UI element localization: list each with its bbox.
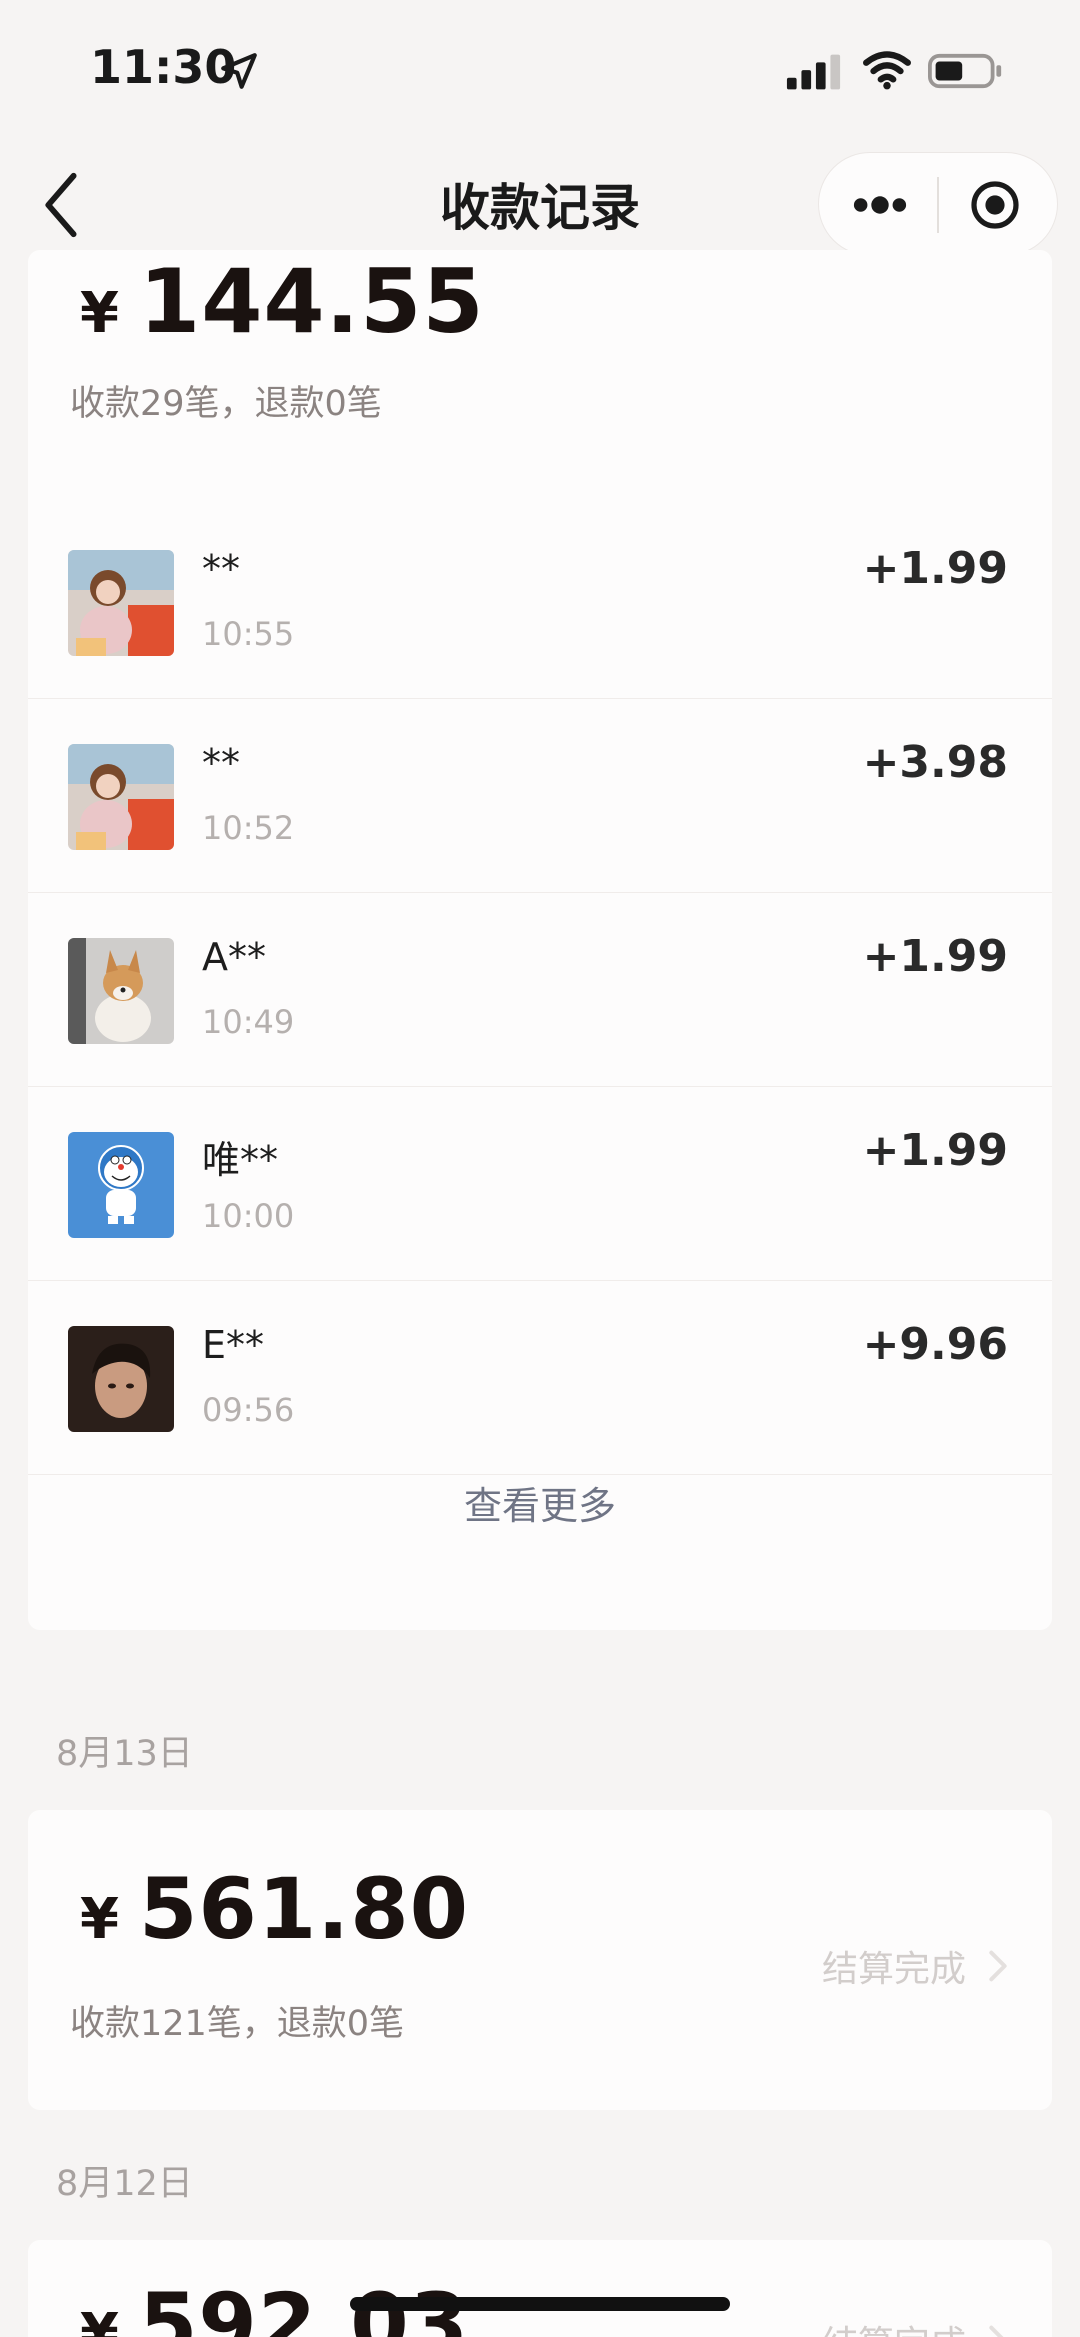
payment-amount: +1.99 xyxy=(862,931,1008,982)
home-indicator xyxy=(350,2297,730,2311)
transaction-row[interactable]: ** 10:55 +1.99 xyxy=(28,505,1052,699)
chevron-right-icon xyxy=(989,1950,1007,1982)
avatar xyxy=(68,550,174,656)
avatar xyxy=(68,1326,174,1432)
transaction-row[interactable]: A** 10:49 +1.99 xyxy=(28,893,1052,1087)
today-amount: 144.55 xyxy=(138,250,485,353)
girl-photo-icon xyxy=(68,744,174,850)
date-header: 8月12日 xyxy=(56,2164,193,2204)
transaction-row[interactable]: ** 10:52 +3.98 xyxy=(28,699,1052,893)
transaction-row[interactable]: E** 09:56 +9.96 xyxy=(28,1281,1052,1475)
today-summary-card: ¥ 144.55 收款29笔，退款0笔 ** 10:55 +1.99 ** 10… xyxy=(28,250,1052,1630)
location-arrow-icon xyxy=(221,53,257,89)
currency-symbol: ¥ xyxy=(80,2302,119,2337)
payment-time: 10:52 xyxy=(202,809,295,847)
status-time: 11:30 xyxy=(90,40,237,94)
today-total: ¥ 144.55 xyxy=(80,250,485,353)
day-summary-card[interactable]: ¥ 592.03 结算完成 xyxy=(28,2240,1052,2337)
battery-icon xyxy=(928,53,1002,89)
payment-amount: +3.98 xyxy=(862,737,1008,788)
wifi-icon xyxy=(863,51,911,90)
avatar xyxy=(68,938,174,1044)
settlement-label: 结算完成 xyxy=(821,1949,966,1990)
settlement-status: 结算完成 xyxy=(822,2315,1008,2337)
payer-name: A** xyxy=(202,935,266,979)
transaction-row[interactable]: 唯** 10:00 +1.99 xyxy=(28,1087,1052,1281)
payment-time: 09:56 xyxy=(202,1391,295,1429)
day-amount: 561.80 xyxy=(138,1860,470,1958)
payment-amount: +1.99 xyxy=(862,543,1008,594)
payment-amount: +1.99 xyxy=(862,1125,1008,1176)
payment-time: 10:55 xyxy=(202,615,295,653)
payer-name: 唯** xyxy=(202,1138,279,1182)
boy-photo-icon xyxy=(68,1326,174,1432)
doraemon-icon xyxy=(68,1132,174,1238)
view-more-link[interactable]: 查看更多 xyxy=(28,1475,1052,1530)
date-header: 8月13日 xyxy=(56,1734,193,1774)
payer-name: E** xyxy=(202,1323,265,1367)
miniprogram-capsule xyxy=(818,152,1058,256)
payer-name: ** xyxy=(202,547,240,591)
status-bar: 11:30 xyxy=(0,0,1080,140)
close-miniprogram-icon[interactable] xyxy=(969,179,1021,231)
transaction-list: ** 10:55 +1.99 ** 10:52 +3.98 A** 10:49 … xyxy=(28,505,1052,1475)
payment-time: 10:49 xyxy=(202,1003,295,1041)
day-summary-card[interactable]: ¥ 561.80 收款121笔，退款0笔 结算完成 xyxy=(28,1810,1052,2110)
corgi-photo-icon xyxy=(68,938,174,1044)
girl-photo-icon xyxy=(68,550,174,656)
avatar xyxy=(68,744,174,850)
settlement-status: 结算完成 xyxy=(822,1940,1008,1992)
chevron-right-icon xyxy=(989,2325,1004,2337)
day-count: 收款121笔，退款0笔 xyxy=(70,2004,405,2044)
more-dots-icon[interactable] xyxy=(851,185,909,225)
settlement-label: 结算完成 xyxy=(822,2315,966,2337)
payer-name: ** xyxy=(202,741,240,785)
payment-amount: +9.96 xyxy=(862,1319,1008,1370)
day-total: ¥ 561.80 xyxy=(80,1860,469,1958)
cellular-signal-icon xyxy=(786,54,841,90)
currency-symbol: ¥ xyxy=(80,1887,119,1952)
avatar xyxy=(68,1132,174,1238)
today-count: 收款29笔，退款0笔 xyxy=(70,384,382,424)
currency-symbol: ¥ xyxy=(80,281,119,346)
payment-time: 10:00 xyxy=(202,1197,295,1235)
capsule-divider xyxy=(937,177,939,233)
